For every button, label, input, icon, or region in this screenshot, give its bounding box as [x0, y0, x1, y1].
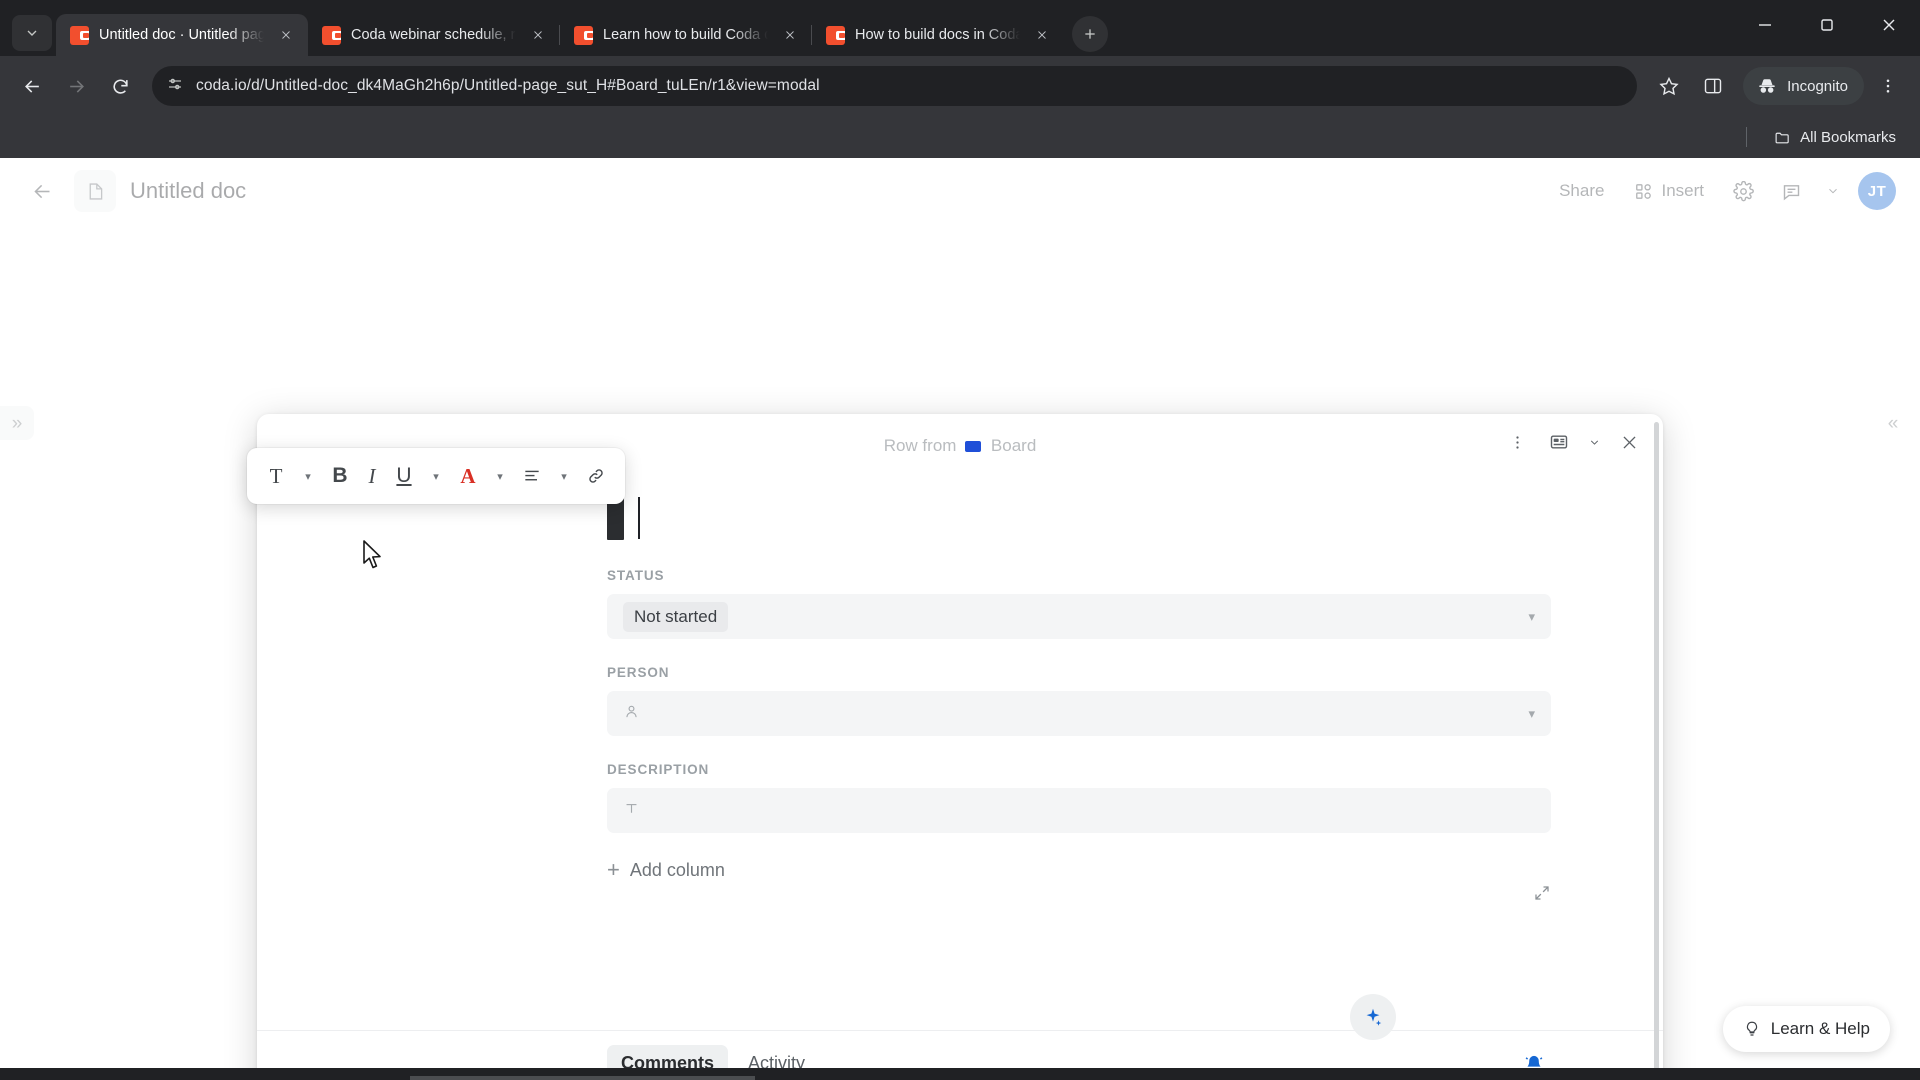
minimize-button[interactable] — [1734, 0, 1796, 50]
bookmarks-bar: All Bookmarks — [0, 116, 1920, 158]
field-status: STATUS Not started ▾ — [607, 568, 1551, 639]
field-description: DESCRIPTION — [607, 762, 1551, 833]
row-title-input[interactable] — [607, 496, 1551, 568]
forward-arrow-icon[interactable] — [56, 66, 96, 106]
incognito-indicator[interactable]: Incognito — [1743, 67, 1864, 105]
chevron-down-icon: ▾ — [1528, 608, 1535, 624]
ai-assistant-button[interactable] — [1350, 994, 1396, 1040]
tab-title: Untitled doc · Untitled page — [99, 27, 264, 43]
modal-scrollbar[interactable] — [1654, 422, 1659, 1080]
side-panel-icon[interactable] — [1693, 66, 1733, 106]
status-chip: Not started — [623, 601, 729, 632]
bold-button[interactable]: B — [325, 458, 355, 494]
all-bookmarks-label: All Bookmarks — [1800, 128, 1896, 146]
tab-close-icon[interactable] — [1030, 23, 1054, 47]
plus-icon: + — [607, 857, 620, 882]
row-detail-modal: Row from Board STATUS Not started ▾ PERS… — [257, 414, 1663, 1080]
italic-button[interactable]: I — [357, 458, 387, 494]
reload-icon[interactable] — [100, 66, 140, 106]
add-column-label: Add column — [629, 859, 725, 880]
incognito-icon — [1759, 79, 1775, 93]
card-layout-icon[interactable] — [1543, 426, 1575, 458]
modal-body: STATUS Not started ▾ PERSON ▾ DESCRIPTIO… — [257, 470, 1663, 1030]
maximize-button[interactable] — [1796, 0, 1858, 50]
underline-button[interactable]: U — [389, 458, 419, 494]
star-icon[interactable] — [1649, 66, 1689, 106]
browser-window: Untitled doc · Untitled page Coda webina… — [0, 0, 1920, 1080]
coda-favicon-icon — [574, 25, 593, 45]
coda-favicon-icon — [322, 25, 341, 45]
align-left-icon[interactable] — [517, 458, 547, 494]
all-bookmarks-button[interactable]: All Bookmarks — [1766, 125, 1904, 150]
text-color-caret-icon[interactable]: ▾ — [485, 458, 515, 494]
chevron-down-icon: ▾ — [1528, 705, 1535, 721]
tab-close-icon[interactable] — [526, 23, 550, 47]
site-settings-icon[interactable] — [166, 75, 184, 98]
tab-strip: Untitled doc · Untitled page Coda webina… — [0, 0, 1920, 56]
description-input[interactable] — [607, 788, 1551, 833]
field-label: PERSON — [607, 665, 670, 680]
text-caret — [638, 497, 640, 539]
coda-favicon-icon — [70, 25, 89, 45]
new-tab-button[interactable] — [1072, 16, 1108, 52]
person-select[interactable]: ▾ — [607, 691, 1551, 736]
align-caret-icon[interactable]: ▾ — [549, 458, 579, 494]
coda-page: Untitled doc Share Insert — [0, 158, 1920, 1080]
breadcrumb-table: Board — [990, 436, 1037, 455]
browser-tab-3[interactable]: Learn how to build Coda docs — [560, 14, 812, 56]
learn-help-label: Learn & Help — [1770, 1019, 1870, 1038]
field-label: DESCRIPTION — [607, 762, 710, 777]
sparkles-icon — [1366, 1008, 1382, 1026]
tab-title: How to build docs in Coda, cre — [855, 27, 1020, 43]
tab-close-icon[interactable] — [778, 23, 802, 47]
taskbar-indicator — [410, 1076, 755, 1080]
browser-toolbar: coda.io/d/Untitled-doc_dk4MaGh2h6p/Untit… — [0, 56, 1920, 116]
browser-tab-1[interactable]: Untitled doc · Untitled page — [56, 14, 308, 56]
text-style-caret-icon[interactable]: ▾ — [293, 458, 323, 494]
coda-favicon-icon — [826, 25, 845, 45]
tab-title: Coda webinar schedule, registr — [351, 27, 516, 43]
field-label: STATUS — [607, 568, 665, 583]
os-taskbar — [0, 1068, 1920, 1080]
expand-diagonal-icon[interactable] — [1533, 884, 1551, 907]
window-controls — [1734, 0, 1920, 50]
person-icon — [623, 703, 640, 725]
learn-help-button[interactable]: Learn & Help — [1722, 1006, 1890, 1052]
back-arrow-icon[interactable] — [12, 66, 52, 106]
three-dot-menu-icon[interactable] — [1501, 426, 1533, 458]
browser-tab-4[interactable]: How to build docs in Coda, cre — [812, 14, 1064, 56]
add-column-button[interactable]: + Add column — [607, 859, 1551, 881]
url-bar[interactable]: coda.io/d/Untitled-doc_dk4MaGh2h6p/Untit… — [152, 66, 1638, 106]
tab-title: Learn how to build Coda docs — [603, 27, 768, 43]
incognito-label: Incognito — [1787, 77, 1848, 95]
lightbulb-icon — [1746, 1021, 1757, 1036]
underline-caret-icon[interactable]: ▾ — [421, 458, 451, 494]
link-icon[interactable] — [581, 458, 611, 494]
three-dot-menu-icon[interactable] — [1868, 66, 1908, 106]
browser-tab-2[interactable]: Coda webinar schedule, registr — [308, 14, 560, 56]
tab-search-icon[interactable] — [12, 15, 52, 51]
close-icon[interactable] — [1613, 426, 1645, 458]
table-color-swatch — [965, 441, 982, 452]
status-select[interactable]: Not started ▾ — [607, 594, 1551, 639]
breadcrumb-prefix: Row from — [883, 436, 957, 455]
text-color-button[interactable]: A — [453, 458, 483, 494]
field-person: PERSON ▾ — [607, 665, 1551, 736]
folder-icon — [1775, 132, 1789, 143]
close-button[interactable] — [1858, 0, 1920, 50]
bookmarks-divider — [1746, 127, 1748, 147]
text-format-toolbar: T ▾ B I U ▾ A ▾ ▾ — [247, 448, 625, 504]
chevron-down-icon[interactable] — [1585, 426, 1603, 458]
tab-close-icon[interactable] — [274, 23, 298, 47]
url-text: coda.io/d/Untitled-doc_dk4MaGh2h6p/Untit… — [196, 77, 820, 94]
text-style-button[interactable]: T — [261, 458, 291, 494]
text-icon — [623, 800, 640, 822]
